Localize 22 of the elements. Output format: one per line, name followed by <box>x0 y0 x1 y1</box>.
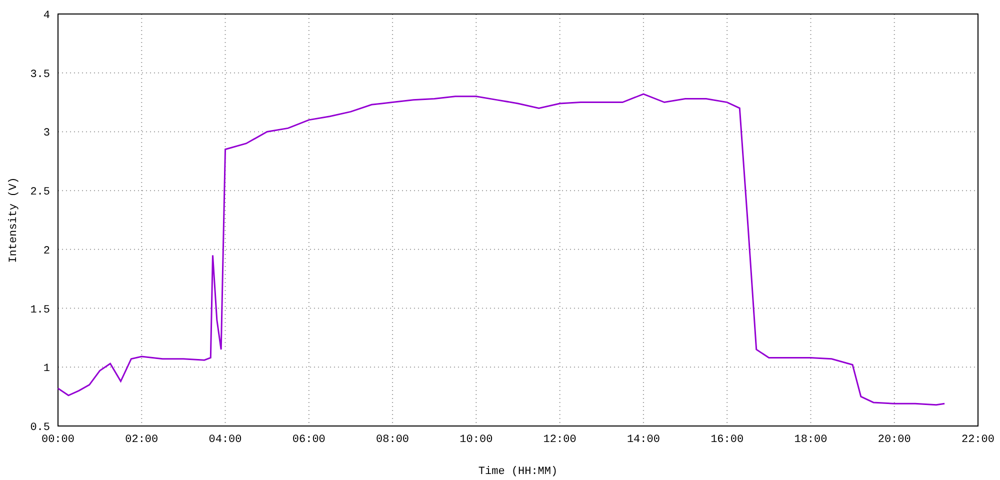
y-tick-label: 0.5 <box>30 422 50 434</box>
y-axis-title: Intensity (V) <box>8 177 20 263</box>
x-axis-title: Time (HH:MM) <box>478 466 558 478</box>
x-tick-label: 16:00 <box>710 434 744 446</box>
y-tick-label: 1.5 <box>30 304 50 316</box>
y-tick-label: 1 <box>43 363 50 376</box>
y-tick-label: 2.5 <box>30 186 50 199</box>
y-tick-label: 3 <box>43 128 50 140</box>
x-tick-label: 02:00 <box>125 434 158 446</box>
y-tick-label: 4 <box>43 10 50 22</box>
x-tick-label: 14:00 <box>626 434 660 446</box>
x-tick-label: 06:00 <box>292 434 326 446</box>
x-tick-label: 18:00 <box>794 434 828 446</box>
x-tick-label: 08:00 <box>376 434 410 446</box>
x-tick-label: 00:00 <box>42 434 74 446</box>
y-tick-label: 2 <box>43 245 50 258</box>
x-tick-label: 04:00 <box>208 434 242 446</box>
x-tick-label: 10:00 <box>460 434 493 446</box>
x-tick-label: 12:00 <box>543 434 576 446</box>
x-tick-label: 20:00 <box>878 434 911 446</box>
x-tick-label: 22:00 <box>962 434 994 446</box>
y-tick-label: 3.5 <box>30 68 50 81</box>
